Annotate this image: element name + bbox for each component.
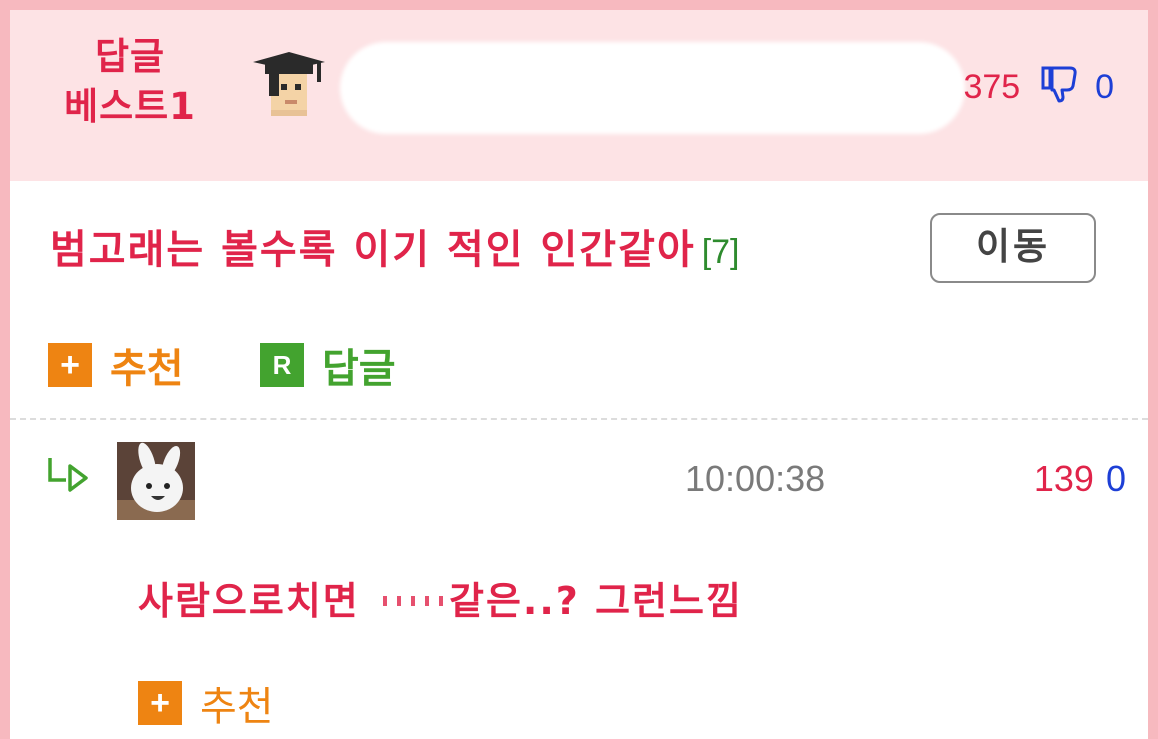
recommend-label: 추천 <box>200 684 274 730</box>
reply-timestamp: 10:00:38 <box>685 458 826 499</box>
best-reply-like-count: 375 <box>963 68 1021 106</box>
thumbs-down-icon[interactable] <box>1040 64 1080 104</box>
reply-text-before: 사람으로치면 <box>138 579 360 623</box>
reply-r-icon: R <box>260 343 304 387</box>
best-reply-badge-line1: 답글 <box>94 35 166 78</box>
reply-arrow-icon <box>48 458 88 492</box>
best-reply-dislike-count: 0 <box>1095 68 1114 106</box>
section-divider <box>10 418 1148 420</box>
reply-text: 사람으로치면 같은..? 그런느낌 <box>138 570 743 625</box>
recommend-label: 추천 <box>110 346 184 392</box>
post-title-text[interactable]: 범고래는 볼수록 이기 적인 인간같아 <box>50 227 696 273</box>
post-title[interactable]: 범고래는 볼수록 이기 적인 인간같아 [7] <box>50 222 740 280</box>
reply-button[interactable]: R 답글 <box>260 336 396 394</box>
best-reply-vote-stats: 375 0 <box>963 64 1114 109</box>
reply-vote-stats: 139 0 <box>1034 458 1126 500</box>
best-reply-header: 답글 베스트1 375 0 <box>10 10 1148 181</box>
reply-text-after: 같은..? 그런느낌 <box>449 579 743 623</box>
post-reply-count: [7] <box>701 233 740 271</box>
bunny-avatar[interactable] <box>117 442 195 520</box>
best-reply-panel: 답글 베스트1 375 0 범고래는 볼수록 이기 적인 인간같아 [7] 이동… <box>0 0 1158 739</box>
reply-like-count: 139 <box>1033 458 1094 499</box>
graduate-avatar[interactable] <box>251 48 327 124</box>
plus-icon: + <box>138 681 182 725</box>
reply-label: 답글 <box>322 346 396 392</box>
recommend-button[interactable]: + 추천 <box>48 336 184 394</box>
move-button[interactable]: 이동 <box>930 213 1096 283</box>
best-reply-badge-line2: 베스트1 <box>64 85 196 128</box>
reply-dislike-count: 0 <box>1105 458 1126 499</box>
best-reply-badge: 답글 베스트1 <box>50 32 210 132</box>
censored-word <box>375 582 449 618</box>
redacted-username <box>340 42 965 134</box>
reply-recommend-button[interactable]: + 추천 <box>138 674 274 732</box>
plus-icon: + <box>48 343 92 387</box>
